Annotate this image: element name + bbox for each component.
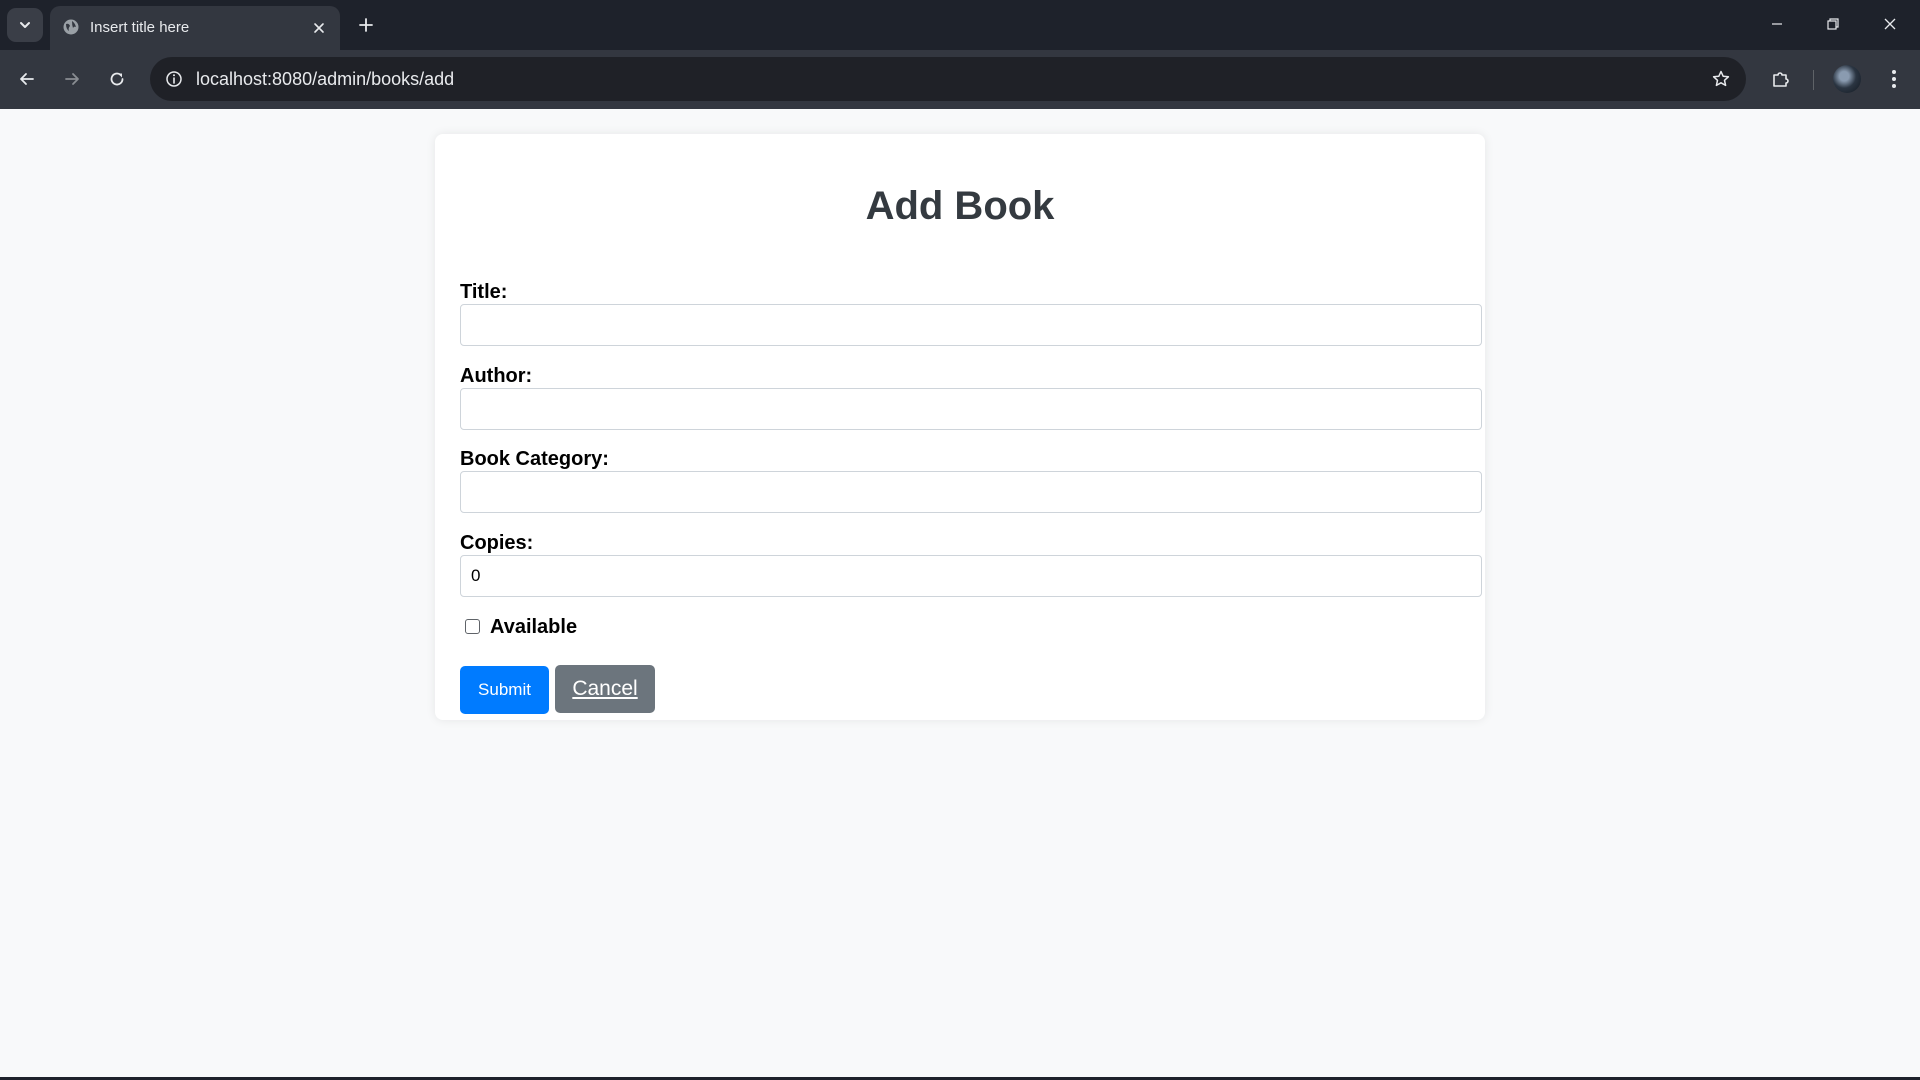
copies-label: Copies: bbox=[460, 532, 534, 554]
restore-button[interactable] bbox=[1811, 7, 1855, 41]
minimize-icon bbox=[1772, 23, 1782, 25]
title-label: Title: bbox=[460, 281, 508, 303]
reload-icon bbox=[110, 72, 124, 86]
kebab-icon bbox=[1892, 70, 1896, 88]
reload-button[interactable] bbox=[100, 62, 134, 96]
tab-close-button[interactable] bbox=[308, 17, 330, 39]
toolbar-divider bbox=[1813, 70, 1814, 90]
browser-tab-strip: Insert title here bbox=[0, 0, 1920, 50]
avatar[interactable] bbox=[1833, 65, 1861, 93]
address-bar[interactable]: localhost:8080/admin/books/add bbox=[150, 57, 1746, 101]
forward-button[interactable] bbox=[55, 62, 89, 96]
author-input[interactable] bbox=[460, 388, 1482, 430]
new-tab-button[interactable] bbox=[352, 11, 380, 39]
browser-tab[interactable]: Insert title here bbox=[50, 6, 340, 50]
url-text[interactable]: localhost:8080/admin/books/add bbox=[196, 69, 454, 90]
back-button[interactable] bbox=[10, 62, 44, 96]
arrow-left-icon bbox=[20, 73, 34, 85]
book-category-label: Book Category: bbox=[460, 448, 609, 470]
info-icon bbox=[166, 71, 182, 87]
restore-icon bbox=[1827, 18, 1839, 30]
close-icon bbox=[314, 23, 324, 33]
available-checkbox[interactable] bbox=[465, 619, 480, 634]
submit-button[interactable]: Submit bbox=[460, 666, 549, 714]
puzzle-icon bbox=[1773, 72, 1789, 87]
minimize-button[interactable] bbox=[1755, 7, 1799, 41]
title-input[interactable] bbox=[460, 304, 1482, 346]
cancel-button[interactable]: Cancel bbox=[555, 665, 655, 713]
bookmark-button[interactable] bbox=[1708, 66, 1734, 92]
globe-icon bbox=[63, 19, 79, 35]
tab-search-button[interactable] bbox=[7, 8, 43, 42]
browser-toolbar: localhost:8080/admin/books/add bbox=[0, 50, 1920, 109]
arrow-right-icon bbox=[65, 73, 79, 85]
available-label[interactable]: Available bbox=[490, 616, 577, 639]
add-book-form: Add Book Title: Author: Book Category: C… bbox=[435, 134, 1485, 720]
extensions-button[interactable] bbox=[1764, 62, 1798, 96]
tab-title: Insert title here bbox=[90, 19, 190, 36]
page-title: Add Book bbox=[865, 184, 1055, 228]
star-icon bbox=[1712, 70, 1730, 87]
page-content: Add Book Title: Author: Book Category: C… bbox=[0, 109, 1920, 1077]
close-icon bbox=[1884, 18, 1896, 30]
close-window-button[interactable] bbox=[1868, 7, 1912, 41]
book-category-input[interactable] bbox=[460, 471, 1482, 513]
copies-input[interactable] bbox=[460, 555, 1482, 597]
author-label: Author: bbox=[460, 365, 533, 387]
site-info-button[interactable] bbox=[160, 65, 188, 93]
plus-icon bbox=[359, 18, 373, 32]
chevron-down-icon bbox=[20, 22, 30, 28]
browser-menu-button[interactable] bbox=[1877, 62, 1911, 96]
